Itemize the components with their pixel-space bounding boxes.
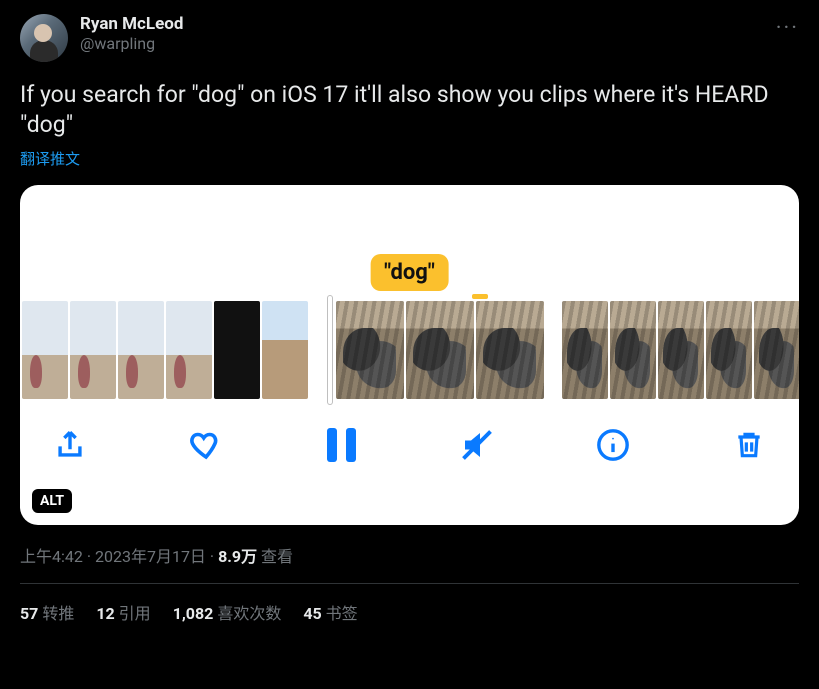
display-name: Ryan McLeod	[80, 14, 776, 34]
caption-marker	[472, 294, 488, 299]
alt-badge[interactable]: ALT	[32, 489, 72, 513]
thumbnail[interactable]	[336, 301, 404, 399]
tweet-meta: 上午4:42 · 2023年7月17日 · 8.9万 查看	[20, 543, 799, 567]
info-icon[interactable]	[593, 425, 633, 465]
meta-date[interactable]: 2023年7月17日	[95, 547, 206, 566]
thumbnail[interactable]	[706, 301, 752, 399]
trash-icon[interactable]	[729, 425, 769, 465]
stat-bookmarks[interactable]: 45 书签	[303, 600, 357, 624]
clip-group-3[interactable]	[562, 301, 799, 399]
media-top: "dog"	[20, 185, 799, 301]
meta-time[interactable]: 上午4:42	[20, 547, 83, 566]
thumbnail[interactable]	[166, 301, 212, 399]
mute-icon[interactable]	[457, 425, 497, 465]
thumbnail[interactable]	[610, 301, 656, 399]
tweet-text: If you search for "dog" on iOS 17 it'll …	[20, 80, 799, 140]
video-timeline[interactable]	[20, 301, 799, 399]
avatar[interactable]	[20, 14, 68, 62]
thumbnail[interactable]	[754, 301, 799, 399]
thumbnail[interactable]	[476, 301, 544, 399]
handle: @warpling	[80, 34, 776, 53]
tweet-container: Ryan McLeod @warpling ··· If you search …	[0, 0, 819, 624]
tweet-header: Ryan McLeod @warpling ···	[20, 14, 799, 62]
views-label: 查看	[261, 547, 293, 566]
playhead[interactable]	[328, 296, 332, 404]
thumbnail[interactable]	[562, 301, 608, 399]
views-value: 8.9万	[218, 547, 257, 566]
thumbnail[interactable]	[214, 301, 260, 399]
thumbnail[interactable]	[70, 301, 116, 399]
heart-icon[interactable]	[186, 425, 226, 465]
share-icon[interactable]	[50, 425, 90, 465]
clip-group-1[interactable]	[22, 301, 308, 399]
stat-retweets[interactable]: 57 转推	[20, 600, 74, 624]
tweet-stats: 57 转推 12 引用 1,082 喜欢次数 45 书签	[20, 584, 799, 624]
caption-pill: "dog"	[370, 254, 449, 291]
thumbnail[interactable]	[118, 301, 164, 399]
stat-quotes[interactable]: 12 引用	[96, 600, 150, 624]
pause-icon[interactable]	[322, 425, 362, 465]
clip-group-2[interactable]	[326, 301, 544, 399]
stat-likes[interactable]: 1,082 喜欢次数	[173, 600, 282, 624]
author-names[interactable]: Ryan McLeod @warpling	[80, 14, 776, 53]
translate-link[interactable]: 翻译推文	[20, 148, 799, 169]
thumbnail[interactable]	[658, 301, 704, 399]
thumbnail[interactable]	[262, 301, 308, 399]
media-card[interactable]: "dog"	[20, 185, 799, 525]
more-icon[interactable]: ···	[776, 14, 799, 41]
media-toolbar	[20, 399, 799, 465]
thumbnail[interactable]	[406, 301, 474, 399]
thumbnail[interactable]	[22, 301, 68, 399]
